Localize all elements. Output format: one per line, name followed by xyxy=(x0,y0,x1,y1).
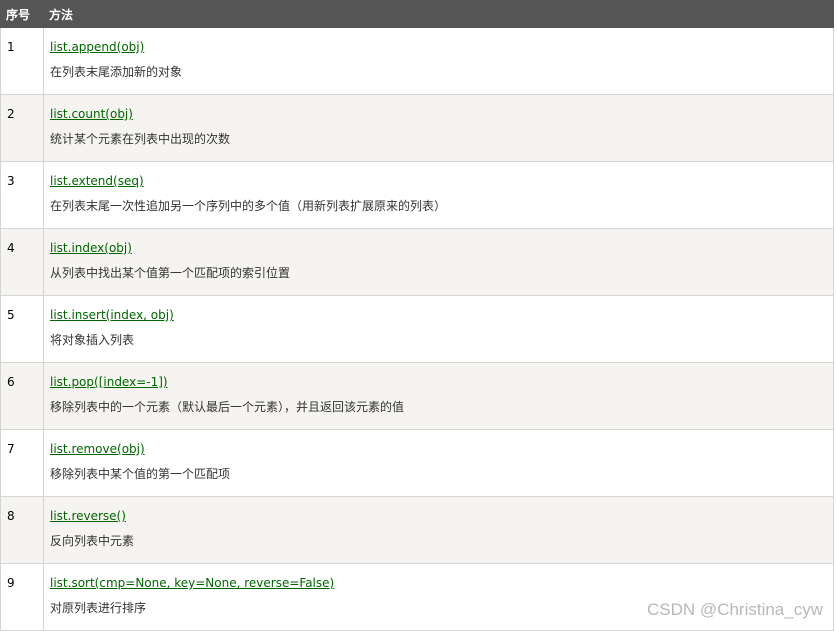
table-row: 6 list.pop([index=-1]) 移除列表中的一个元素（默认最后一个… xyxy=(0,362,834,430)
row-method-cell: list.reverse() 反向列表中元素 xyxy=(43,496,834,564)
method-description: 从列表中找出某个值第一个匹配项的索引位置 xyxy=(50,266,291,280)
method-description: 反向列表中元素 xyxy=(50,534,135,548)
python-list-methods-table: 序号 方法 1 list.append(obj) 在列表末尾添加新的对象 2 l… xyxy=(0,0,834,631)
row-method-cell: list.pop([index=-1]) 移除列表中的一个元素（默认最后一个元素… xyxy=(43,362,834,430)
row-index: 6 xyxy=(0,362,44,430)
method-link[interactable]: list.index(obj) xyxy=(50,241,833,255)
row-index: 4 xyxy=(0,228,44,296)
row-index: 3 xyxy=(0,161,44,229)
method-link[interactable]: list.extend(seq) xyxy=(50,174,833,188)
method-description: 移除列表中某个值的第一个匹配项 xyxy=(50,467,231,481)
table-row: 8 list.reverse() 反向列表中元素 xyxy=(0,496,834,564)
method-link[interactable]: list.insert(index, obj) xyxy=(50,308,833,322)
header-index: 序号 xyxy=(0,0,44,28)
row-index: 7 xyxy=(0,429,44,497)
method-description: 统计某个元素在列表中出现的次数 xyxy=(50,132,231,146)
method-link[interactable]: list.append(obj) xyxy=(50,40,833,54)
row-method-cell: list.index(obj) 从列表中找出某个值第一个匹配项的索引位置 xyxy=(43,228,834,296)
header-method: 方法 xyxy=(43,0,834,28)
row-index: 8 xyxy=(0,496,44,564)
row-index: 5 xyxy=(0,295,44,363)
row-method-cell: list.count(obj) 统计某个元素在列表中出现的次数 xyxy=(43,94,834,162)
table-row: 1 list.append(obj) 在列表末尾添加新的对象 xyxy=(0,27,834,95)
method-link[interactable]: list.remove(obj) xyxy=(50,442,833,456)
table-row: 9 list.sort(cmp=None, key=None, reverse=… xyxy=(0,563,834,631)
method-description: 在列表末尾添加新的对象 xyxy=(50,65,183,79)
row-method-cell: list.extend(seq) 在列表末尾一次性追加另一个序列中的多个值（用新… xyxy=(43,161,834,229)
table-row: 5 list.insert(index, obj) 将对象插入列表 xyxy=(0,295,834,363)
row-index: 9 xyxy=(0,563,44,631)
method-description: 将对象插入列表 xyxy=(50,333,135,347)
method-link[interactable]: list.pop([index=-1]) xyxy=(50,375,833,389)
row-method-cell: list.sort(cmp=None, key=None, reverse=Fa… xyxy=(43,563,834,631)
table-row: 2 list.count(obj) 统计某个元素在列表中出现的次数 xyxy=(0,94,834,162)
row-index: 1 xyxy=(0,27,44,95)
row-method-cell: list.insert(index, obj) 将对象插入列表 xyxy=(43,295,834,363)
table-row: 3 list.extend(seq) 在列表末尾一次性追加另一个序列中的多个值（… xyxy=(0,161,834,229)
method-link[interactable]: list.reverse() xyxy=(50,509,833,523)
row-method-cell: list.append(obj) 在列表末尾添加新的对象 xyxy=(43,27,834,95)
method-description: 移除列表中的一个元素（默认最后一个元素），并且返回该元素的值 xyxy=(50,400,405,414)
method-link[interactable]: list.sort(cmp=None, key=None, reverse=Fa… xyxy=(50,576,833,590)
table-row: 4 list.index(obj) 从列表中找出某个值第一个匹配项的索引位置 xyxy=(0,228,834,296)
table-row: 7 list.remove(obj) 移除列表中某个值的第一个匹配项 xyxy=(0,429,834,497)
csdn-watermark: CSDN @Christina_cyw xyxy=(647,600,823,619)
method-description: 在列表末尾一次性追加另一个序列中的多个值（用新列表扩展原来的列表） xyxy=(50,199,447,213)
row-index: 2 xyxy=(0,94,44,162)
row-method-cell: list.remove(obj) 移除列表中某个值的第一个匹配项 xyxy=(43,429,834,497)
method-link[interactable]: list.count(obj) xyxy=(50,107,833,121)
table-header-row: 序号 方法 xyxy=(0,0,834,28)
